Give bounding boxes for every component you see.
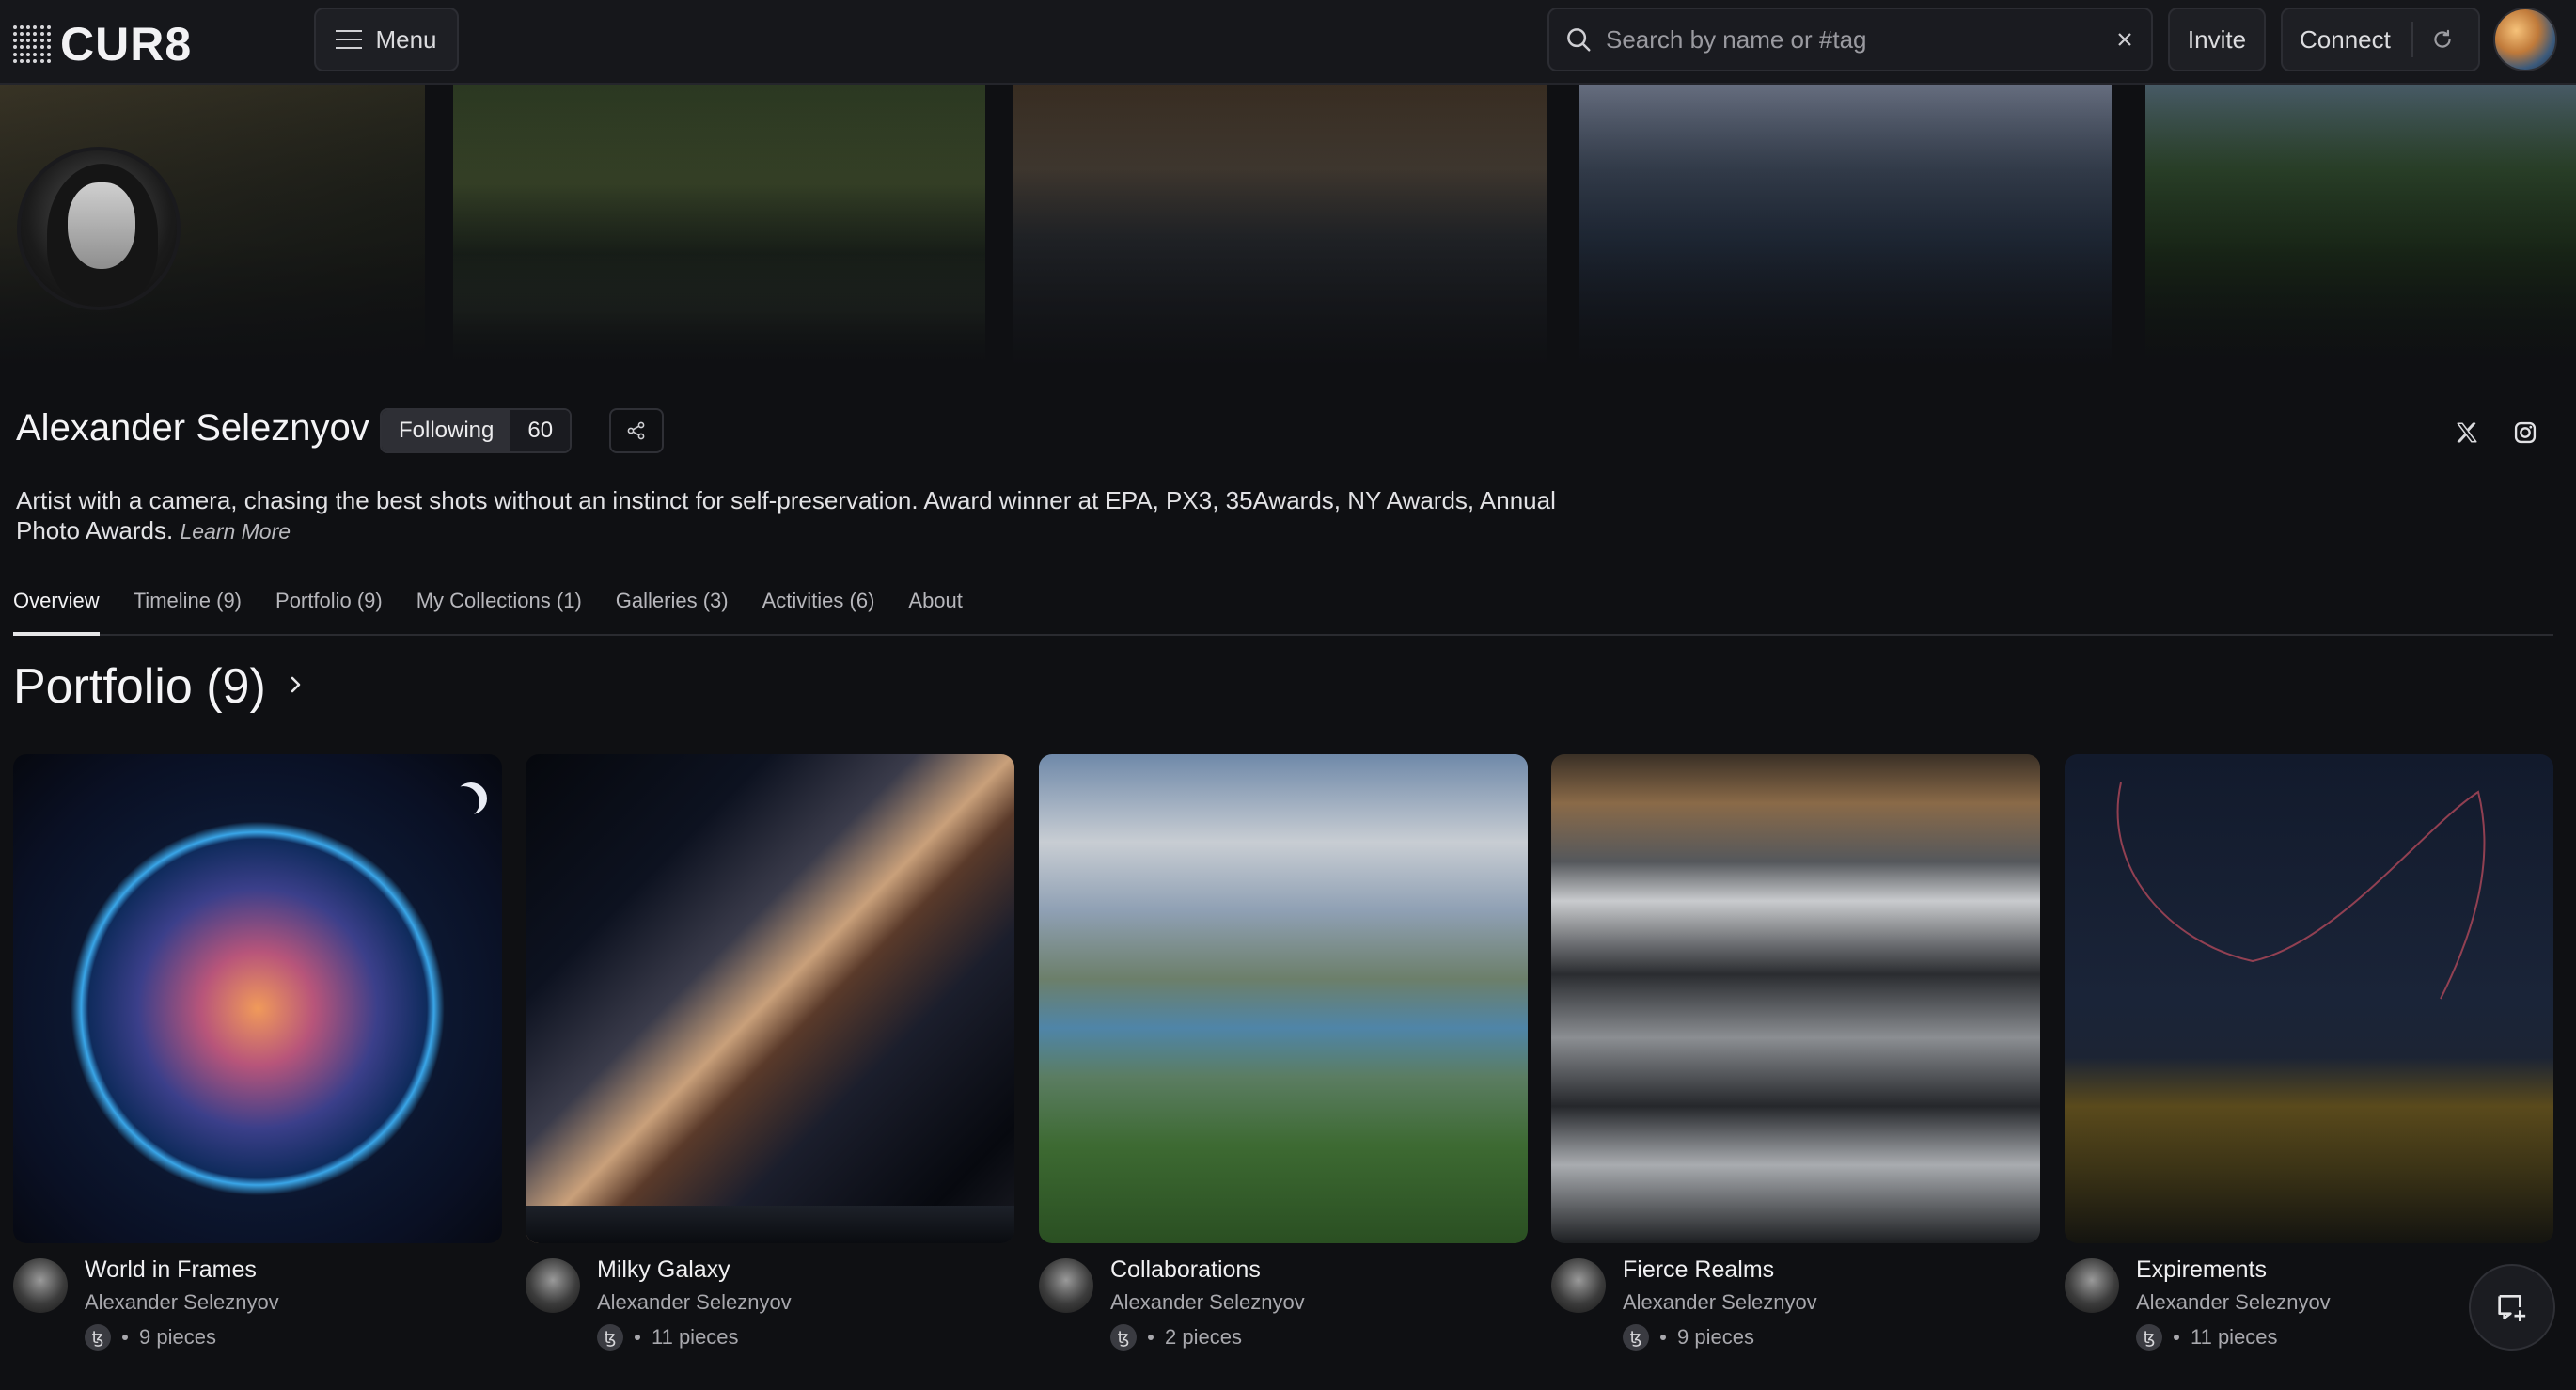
- following-count[interactable]: 60: [510, 410, 571, 451]
- x-link[interactable]: [2448, 414, 2486, 451]
- card-author[interactable]: Alexander Seleznyov: [1110, 1290, 1305, 1315]
- collection-thumbnail[interactable]: [13, 754, 502, 1243]
- collection-thumbnail[interactable]: [526, 754, 1014, 1243]
- card-pieces: 9 pieces: [139, 1325, 216, 1349]
- chevron-right-icon[interactable]: [284, 673, 306, 696]
- collection-thumbnail[interactable]: [1551, 754, 2040, 1243]
- follow-group: Following 60: [380, 408, 573, 453]
- card-author[interactable]: Alexander Seleznyov: [85, 1290, 279, 1315]
- invite-label: Invite: [2187, 24, 2247, 54]
- add-collection-icon: [2498, 1295, 2526, 1321]
- card-title[interactable]: Milky Galaxy: [597, 1256, 730, 1284]
- connect-button[interactable]: Connect: [2283, 22, 2413, 57]
- avatar[interactable]: [13, 1258, 68, 1313]
- section-title[interactable]: Portfolio (9): [13, 658, 266, 715]
- card-author[interactable]: Alexander Seleznyov: [2136, 1290, 2331, 1315]
- following-button[interactable]: Following: [382, 410, 511, 451]
- tab-activities[interactable]: Activities (6): [746, 589, 892, 634]
- logo[interactable]: CUR8: [13, 17, 192, 71]
- collection-card[interactable]: World in Frames Alexander Seleznyov ꜩ 9 …: [13, 754, 502, 1366]
- avatar[interactable]: [1551, 1258, 1606, 1313]
- logo-text: CUR8: [60, 18, 193, 71]
- top-bar: CUR8 Menu Invite Connect: [0, 0, 2576, 85]
- menu-button[interactable]: Menu: [314, 8, 459, 71]
- tezos-icon: ꜩ: [2136, 1324, 2162, 1351]
- tezos-icon: ꜩ: [85, 1324, 111, 1351]
- profile-banner: [0, 85, 2576, 367]
- profile-bio: Artist with a camera, chasing the best s…: [16, 485, 1614, 546]
- profile-tabs: Overview Timeline (9) Portfolio (9) My C…: [13, 589, 2553, 636]
- tezos-icon: ꜩ: [1623, 1324, 1649, 1351]
- tezos-icon: ꜩ: [1110, 1324, 1137, 1351]
- card-info: ꜩ 9 pieces: [85, 1324, 216, 1351]
- tab-timeline[interactable]: Timeline (9): [117, 589, 259, 634]
- learn-more-link[interactable]: Learn More: [180, 519, 291, 544]
- instagram-link[interactable]: [2506, 414, 2544, 451]
- card-pieces: 11 pieces: [2191, 1325, 2278, 1349]
- card-author[interactable]: Alexander Seleznyov: [597, 1290, 792, 1315]
- add-collection-button[interactable]: [2469, 1264, 2555, 1351]
- connect-group: Connect: [2281, 8, 2480, 71]
- invite-button[interactable]: Invite: [2168, 8, 2266, 71]
- card-title[interactable]: Collaborations: [1110, 1256, 1261, 1284]
- hamburger-icon: [336, 30, 363, 49]
- collection-card[interactable]: Milky Galaxy Alexander Seleznyov ꜩ 11 pi…: [526, 754, 1014, 1366]
- avatar[interactable]: [1039, 1258, 1093, 1313]
- card-pieces: 11 pieces: [652, 1325, 739, 1349]
- card-info: ꜩ 11 pieces: [2136, 1324, 2278, 1351]
- card-info: ꜩ 2 pieces: [1110, 1324, 1242, 1351]
- avatar[interactable]: [526, 1258, 580, 1313]
- user-avatar[interactable]: [2493, 8, 2557, 71]
- card-info: ꜩ 9 pieces: [1623, 1324, 1754, 1351]
- instagram-icon: [2514, 421, 2537, 444]
- tab-portfolio[interactable]: Portfolio (9): [259, 589, 400, 634]
- card-title[interactable]: Fierce Realms: [1623, 1256, 1774, 1284]
- collection-thumbnail[interactable]: [1039, 754, 1528, 1243]
- collection-card[interactable]: Expirements Alexander Seleznyov ꜩ 11 pie…: [2065, 754, 2553, 1366]
- x-icon: [2457, 422, 2477, 443]
- search-input[interactable]: [1604, 24, 2113, 55]
- tab-galleries[interactable]: Galleries (3): [599, 589, 746, 634]
- tab-about[interactable]: About: [891, 589, 980, 634]
- share-button[interactable]: [609, 408, 664, 453]
- card-title[interactable]: Expirements: [2136, 1256, 2267, 1284]
- card-pieces: 2 pieces: [1165, 1325, 1242, 1349]
- card-info: ꜩ 11 pieces: [597, 1324, 739, 1351]
- clear-icon[interactable]: [2113, 28, 2136, 51]
- menu-label: Menu: [375, 24, 437, 54]
- logo-mark-icon: [13, 25, 51, 63]
- search-icon: [1567, 28, 1591, 52]
- refresh-icon[interactable]: [2430, 27, 2455, 52]
- tab-my-collections[interactable]: My Collections (1): [400, 589, 599, 634]
- collection-card[interactable]: Fierce Realms Alexander Seleznyov ꜩ 9 pi…: [1551, 754, 2040, 1366]
- card-title[interactable]: World in Frames: [85, 1256, 257, 1284]
- share-icon: [627, 421, 645, 440]
- card-author[interactable]: Alexander Seleznyov: [1623, 1290, 1817, 1315]
- card-pieces: 9 pieces: [1677, 1325, 1754, 1349]
- collection-card[interactable]: Collaborations Alexander Seleznyov ꜩ 2 p…: [1039, 754, 1528, 1366]
- tezos-icon: ꜩ: [597, 1324, 623, 1351]
- profile-name: Alexander Seleznyov: [16, 407, 369, 449]
- search-bar: [1547, 8, 2153, 71]
- tab-overview[interactable]: Overview: [13, 589, 117, 636]
- profile-avatar[interactable]: [17, 147, 181, 310]
- collection-thumbnail[interactable]: [2065, 754, 2553, 1243]
- avatar[interactable]: [2065, 1258, 2119, 1313]
